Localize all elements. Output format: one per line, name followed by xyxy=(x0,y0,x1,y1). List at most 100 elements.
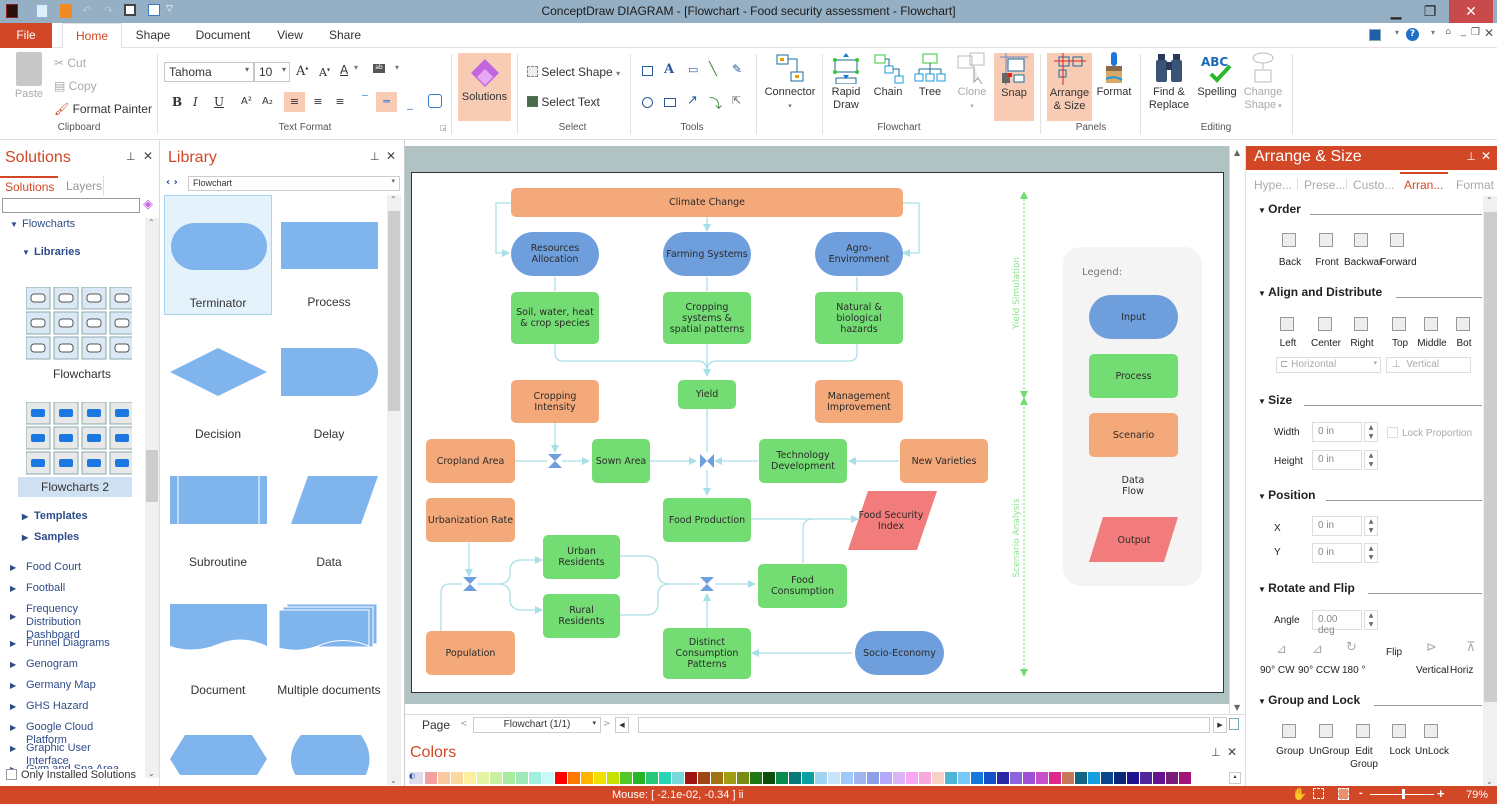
bring-forward-button[interactable]: Forward xyxy=(1380,256,1417,269)
tab-shape[interactable]: Shape xyxy=(128,23,178,48)
color-swatch[interactable] xyxy=(568,772,580,784)
superscript-icon[interactable]: A² xyxy=(241,96,252,107)
node-rural-residents[interactable]: Rural Residents xyxy=(543,594,620,638)
tab-solutions[interactable]: Solutions xyxy=(0,176,58,196)
edit-group-button[interactable]: Edit Group xyxy=(1346,745,1382,771)
tab-arrange[interactable]: Arran... xyxy=(1400,172,1448,196)
group-button[interactable]: Group xyxy=(1272,745,1308,758)
format-button[interactable]: Format xyxy=(1094,52,1134,99)
font-family-select[interactable]: Tahoma ▾ xyxy=(164,62,254,82)
color-swatch[interactable] xyxy=(516,772,528,784)
color-swatch[interactable] xyxy=(620,772,632,784)
library-shape-document[interactable]: Document xyxy=(164,586,272,706)
align-left-button[interactable]: Left xyxy=(1270,337,1306,350)
color-swatch[interactable] xyxy=(1036,772,1048,784)
section-size[interactable]: ▼ Size xyxy=(1258,393,1292,407)
color-swatch[interactable] xyxy=(711,772,723,784)
width-stepper[interactable]: ▲ ▼ xyxy=(1364,422,1378,442)
color-swatch[interactable] xyxy=(971,772,983,784)
scroll-down-icon[interactable]: ⌄ xyxy=(148,769,155,778)
snap-button[interactable]: Snap xyxy=(994,53,1034,121)
node-new-varieties[interactable]: New Varieties xyxy=(900,439,988,483)
align-center-icon[interactable] xyxy=(1318,317,1332,331)
color-swatch[interactable] xyxy=(490,772,502,784)
tab-file[interactable]: File xyxy=(0,23,52,48)
color-swatch[interactable] xyxy=(633,772,645,784)
shrink-font-icon[interactable]: A▾ xyxy=(319,66,330,79)
solution-item[interactable]: ▶ Germany Map xyxy=(10,679,135,692)
ungroup-button[interactable]: UnGroup xyxy=(1309,745,1350,758)
pin-icon[interactable]: ⊥ xyxy=(1211,746,1221,759)
pin-icon[interactable]: ⊥ xyxy=(126,150,136,163)
solution-item[interactable]: ▶ Food Court xyxy=(10,561,135,574)
copy-button[interactable]: ▤ Copy xyxy=(54,79,97,93)
prev-page-icon[interactable]: < xyxy=(460,719,468,729)
callout-tool-icon[interactable]: ▭ xyxy=(688,63,698,76)
library-flowcharts-thumbnail[interactable] xyxy=(25,286,135,361)
select-shape-button[interactable]: Select Shape ▾ xyxy=(527,65,620,79)
textbox-tool-icon[interactable] xyxy=(664,98,676,107)
find-replace-button[interactable]: Find & Replace xyxy=(1146,52,1192,112)
library-back-icon[interactable]: ‹ › xyxy=(166,177,178,188)
doc-minimize-icon[interactable]: _ xyxy=(1461,26,1466,37)
node-management-improvement[interactable]: Management Improvement xyxy=(815,380,903,423)
library-shape-multiple-documents[interactable]: Multiple documents xyxy=(275,586,383,706)
library-shape-preparation[interactable] xyxy=(164,725,272,775)
close-button[interactable]: ✕ xyxy=(1449,0,1493,23)
highlight-dropdown[interactable]: ▾ xyxy=(395,63,399,72)
close-panel-icon[interactable]: ✕ xyxy=(386,149,396,163)
help-dropdown-icon[interactable]: ▾ xyxy=(1431,28,1435,37)
highlight-icon[interactable]: ab xyxy=(373,64,385,73)
edit-group-icon[interactable] xyxy=(1356,724,1370,738)
color-swatch[interactable] xyxy=(1062,772,1074,784)
select-text-button[interactable]: Select Text xyxy=(527,95,600,109)
flip-vertical-icon[interactable]: ⊳ xyxy=(1426,640,1437,655)
arc-tool-icon[interactable]: ⤵ xyxy=(709,93,722,112)
library-flowcharts2-label[interactable]: Flowcharts 2 xyxy=(18,477,132,497)
zoom-fit-icon[interactable] xyxy=(1338,788,1349,800)
arrange-scrollbar[interactable]: ⌃ ⌄ xyxy=(1483,196,1497,786)
color-swatch[interactable] xyxy=(425,772,437,784)
tab-custom[interactable]: Custo... xyxy=(1353,178,1394,192)
tab-hyperlink[interactable]: Hype... xyxy=(1254,178,1292,192)
y-input[interactable]: 0 in xyxy=(1312,543,1362,563)
section-rotate-flip[interactable]: ▼ Rotate and Flip xyxy=(1258,581,1355,595)
color-swatch[interactable] xyxy=(594,772,606,784)
pen-tool-icon[interactable]: ✎ xyxy=(732,62,742,76)
node-cropping-intensity[interactable]: Cropping Intensity xyxy=(511,380,599,423)
library-shape-terminator[interactable]: Terminator xyxy=(164,195,272,315)
color-swatch[interactable] xyxy=(1114,772,1126,784)
width-input[interactable]: 0 in xyxy=(1312,422,1362,442)
horizontal-scrollbar[interactable] xyxy=(638,717,1210,733)
close-panel-icon[interactable]: ✕ xyxy=(1481,149,1491,163)
group-icon[interactable] xyxy=(1282,724,1296,738)
rotate-cw-button[interactable]: 90° CW xyxy=(1260,665,1295,676)
color-swatch[interactable] xyxy=(464,772,476,784)
distribute-horizontal-select[interactable]: ⊏ Horizontal ▾ xyxy=(1276,357,1381,373)
color-swatch[interactable] xyxy=(763,772,775,784)
send-to-back-icon[interactable] xyxy=(1282,233,1296,247)
align-left-icon[interactable] xyxy=(1280,317,1294,331)
format-painter-button[interactable]: 🖌 Format Painter xyxy=(54,102,152,116)
color-swatch[interactable] xyxy=(815,772,827,784)
node-urbanization-rate[interactable]: Urbanization Rate xyxy=(426,498,515,542)
rectangle-tool-icon[interactable] xyxy=(642,66,653,76)
align-bottom-button[interactable]: Bot xyxy=(1446,337,1482,350)
color-swatch[interactable] xyxy=(737,772,749,784)
lock-proportion-checkbox[interactable] xyxy=(1387,427,1398,438)
color-swatch[interactable] xyxy=(776,772,788,784)
help-icon[interactable]: ? xyxy=(1406,28,1419,41)
rotate-180-button[interactable]: 180 ° xyxy=(1342,665,1365,676)
lock-icon[interactable] xyxy=(1392,724,1406,738)
canvas-vertical-scrollbar[interactable]: ▲ ▼ xyxy=(1229,146,1245,714)
doc-close-icon[interactable]: ✕ xyxy=(1484,26,1494,40)
align-middle-icon[interactable] xyxy=(1424,317,1438,331)
angle-input[interactable]: 0.00 deg xyxy=(1312,610,1362,636)
flip-horizontal-button[interactable]: Horiz xyxy=(1450,665,1473,676)
color-swatch[interactable] xyxy=(607,772,619,784)
library-select[interactable]: Flowchart ▾ xyxy=(188,176,400,191)
zoom-area-icon[interactable] xyxy=(1313,788,1324,799)
node-farming-systems[interactable]: Farming Systems xyxy=(663,232,751,276)
color-swatch[interactable] xyxy=(1179,772,1191,784)
color-swatch[interactable] xyxy=(1023,772,1035,784)
